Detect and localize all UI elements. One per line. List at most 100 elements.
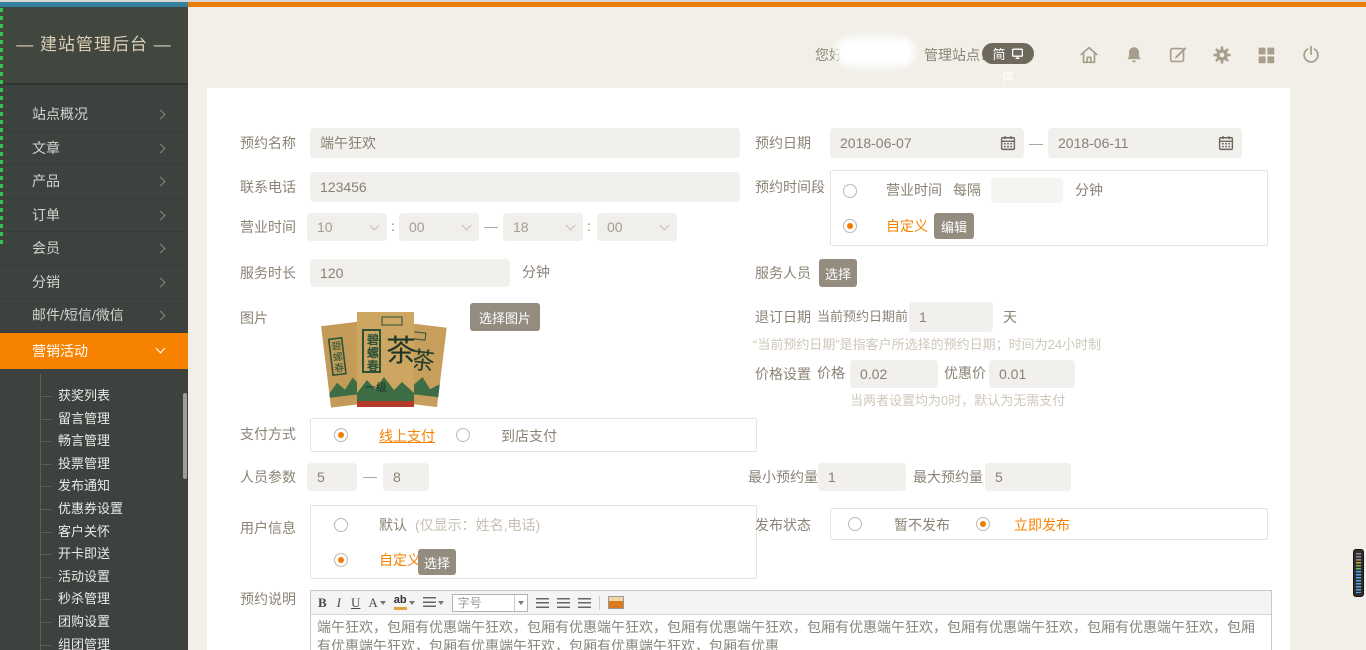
- sidebar-subitem[interactable]: 获奖列表: [0, 385, 188, 408]
- price-settings-label: 价格设置: [755, 360, 811, 388]
- interval-input[interactable]: [991, 178, 1063, 203]
- sidebar-item[interactable]: 营销活动: [0, 333, 188, 369]
- sidebar-scrollbar-thumb[interactable]: [183, 393, 187, 479]
- publish-now-label[interactable]: 立即发布: [1014, 510, 1070, 540]
- service-duration-input[interactable]: [310, 259, 510, 287]
- sidebar-item[interactable]: 订单: [0, 199, 188, 233]
- custom-info-radio[interactable]: [334, 553, 348, 567]
- online-payment-radio[interactable]: [334, 428, 348, 442]
- power-icon[interactable]: [1300, 44, 1322, 66]
- sidebar-item[interactable]: 分销: [0, 266, 188, 300]
- sidebar-subitem[interactable]: 优惠券设置: [0, 498, 188, 521]
- select-fields-button[interactable]: 选择: [418, 549, 456, 575]
- start-hour-select[interactable]: 10: [307, 213, 387, 241]
- sidebar-subitem-label: 投票管理: [58, 456, 110, 471]
- compose-icon[interactable]: [1167, 44, 1189, 66]
- party-size-separator: —: [363, 462, 377, 490]
- cancel-date-label: 退订日期: [755, 302, 811, 332]
- select-staff-button[interactable]: 选择: [819, 259, 857, 287]
- bold-button[interactable]: B: [318, 596, 327, 609]
- sidebar-item[interactable]: 会员: [0, 232, 188, 266]
- business-hours-label: 营业时间: [240, 213, 296, 241]
- line-height-button[interactable]: [423, 597, 444, 608]
- underline-button[interactable]: U: [351, 596, 360, 609]
- sidebar-subitem[interactable]: 畅言管理: [0, 430, 188, 453]
- align-right-button[interactable]: [578, 598, 591, 608]
- sidebar: — 建站管理后台 — 站点概况 文章 产品 订单 会员: [0, 0, 188, 650]
- party-min-input[interactable]: [307, 463, 357, 491]
- edit-timeslot-button[interactable]: 编辑: [934, 213, 974, 239]
- svg-text:春: 春: [334, 362, 345, 375]
- description-content[interactable]: 端午狂欢，包厢有优惠端午狂欢，包厢有优惠端午狂欢，包厢有优惠端午狂欢，包厢有优惠…: [311, 615, 1271, 650]
- business-hours-radio[interactable]: [843, 184, 857, 198]
- sidebar-item-label: 分销: [32, 272, 60, 292]
- cancel-unit: 天: [1003, 302, 1017, 332]
- sidebar-subitem-label: 发布通知: [58, 478, 110, 493]
- custom-info-label[interactable]: 自定义: [379, 545, 421, 575]
- sidebar-subitem-label: 获奖列表: [58, 388, 110, 403]
- italic-button[interactable]: I: [335, 596, 343, 609]
- cancel-prefix: 当前预约日期前: [817, 302, 908, 332]
- sidebar-item[interactable]: 产品: [0, 165, 188, 199]
- date-start-field[interactable]: 2018-06-07: [830, 128, 1024, 158]
- start-minute-select[interactable]: 00: [399, 213, 479, 241]
- time-colon: :: [587, 212, 591, 240]
- product-image: 碧螺春 茶 碧 螺 春 茶 一级: [310, 303, 457, 411]
- sidebar-subitem[interactable]: 团购设置: [0, 611, 188, 634]
- editor-toolbar: B I U A ab 字号: [311, 591, 1271, 615]
- date-end-field[interactable]: 2018-06-11: [1048, 128, 1242, 158]
- sidebar-subitem-label: 开卡即送: [58, 546, 110, 561]
- hours-separator: —: [484, 212, 498, 240]
- sidebar-subitem[interactable]: 留言管理: [0, 408, 188, 431]
- align-center-button[interactable]: [557, 598, 570, 608]
- max-quota-input[interactable]: [985, 463, 1071, 491]
- calendar-icon[interactable]: [999, 134, 1017, 152]
- bell-icon[interactable]: [1123, 44, 1145, 66]
- sidebar-subitem[interactable]: 投票管理: [0, 453, 188, 476]
- price-label: 价格: [817, 359, 845, 387]
- reservation-name-input[interactable]: [310, 128, 740, 158]
- calendar-icon[interactable]: [1217, 134, 1235, 152]
- cancel-days-input[interactable]: [909, 302, 993, 332]
- party-max-input[interactable]: [383, 463, 429, 491]
- discount-input[interactable]: [989, 360, 1075, 388]
- select-image-button[interactable]: 选择图片: [470, 303, 540, 331]
- sidebar-item[interactable]: 站点概况: [0, 98, 188, 132]
- publish-now-radio[interactable]: [976, 517, 990, 531]
- font-color-button[interactable]: A: [368, 596, 385, 609]
- sidebar-subitem[interactable]: 组团管理: [0, 634, 188, 650]
- end-hour-select[interactable]: 18: [503, 213, 583, 241]
- font-size-select[interactable]: 字号: [452, 594, 528, 612]
- language-primary: 简: [992, 44, 1005, 63]
- sidebar-item[interactable]: 邮件/短信/微信: [0, 299, 188, 333]
- home-icon[interactable]: [1078, 44, 1100, 66]
- insert-image-button[interactable]: [608, 596, 624, 609]
- sidebar-item[interactable]: 文章: [0, 132, 188, 166]
- sidebar-subitem[interactable]: 秒杀管理: [0, 588, 188, 611]
- price-input[interactable]: [850, 360, 938, 388]
- instore-payment-radio[interactable]: [456, 428, 470, 442]
- sidebar-subitem[interactable]: 开卡即送: [0, 543, 188, 566]
- chevron-icon: [156, 177, 166, 187]
- default-info-radio[interactable]: [334, 518, 348, 532]
- language-switcher[interactable]: 简: [982, 43, 1034, 64]
- publish-hold-radio[interactable]: [848, 517, 862, 531]
- min-quota-input[interactable]: [818, 463, 906, 491]
- custom-option-label[interactable]: 自定义: [886, 212, 928, 240]
- sidebar-subitem-label: 组团管理: [58, 637, 110, 650]
- online-payment-label[interactable]: 线上支付: [379, 421, 435, 451]
- gear-icon[interactable]: [1211, 44, 1233, 66]
- contact-phone-input[interactable]: [310, 172, 740, 202]
- apps-icon[interactable]: [1255, 44, 1277, 66]
- end-minute-select[interactable]: 00: [597, 213, 677, 241]
- sidebar-subitem[interactable]: 客户关怀: [0, 521, 188, 544]
- discount-label: 优惠价: [944, 359, 986, 387]
- chevron-icon: [156, 311, 166, 321]
- align-left-button[interactable]: [536, 598, 549, 608]
- sidebar-menu: 站点概况 文章 产品 订单 会员 分销: [0, 98, 188, 369]
- custom-time-radio[interactable]: [843, 219, 857, 233]
- scroll-minimap[interactable]: [1353, 549, 1364, 597]
- sidebar-subitem[interactable]: 活动设置: [0, 566, 188, 589]
- sidebar-subitem[interactable]: 发布通知: [0, 475, 188, 498]
- highlight-button[interactable]: ab: [394, 595, 415, 610]
